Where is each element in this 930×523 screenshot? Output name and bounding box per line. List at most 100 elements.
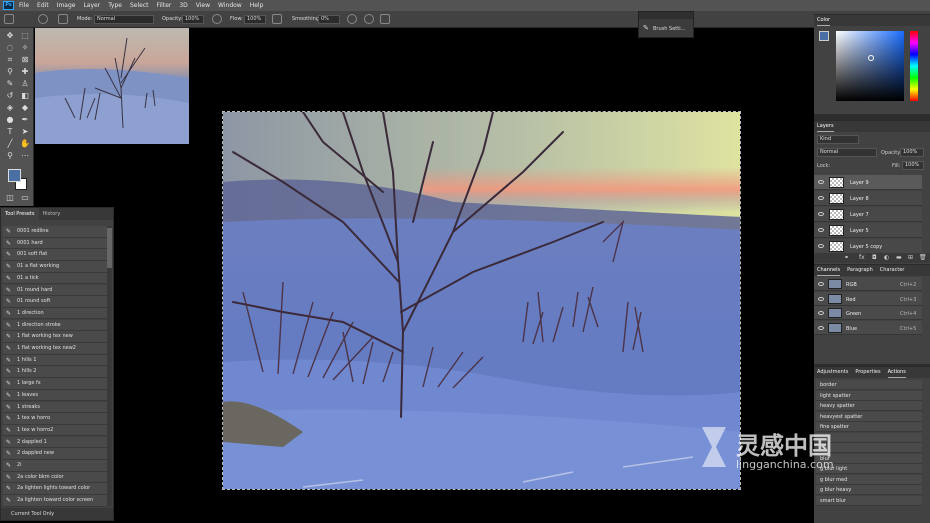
pressure-size-icon[interactable] (364, 14, 374, 24)
menu-filter[interactable]: Filter (157, 0, 172, 11)
move-tool-icon[interactable]: ✥ (4, 30, 16, 41)
preset-item[interactable]: ✎ 1 hills 2 (3, 366, 107, 378)
preset-item[interactable]: ✎ 1 direction (3, 307, 107, 320)
stamp-tool-icon[interactable]: ♙ (19, 78, 31, 89)
mask-icon[interactable]: ◘ (872, 254, 877, 261)
tab-character[interactable]: Character (880, 265, 905, 276)
dodge-tool-icon[interactable]: ● (4, 114, 16, 125)
preset-item[interactable]: ✎ 2a lighten lights toward color (3, 483, 107, 495)
path-select-tool-icon[interactable]: ➤ (19, 126, 31, 137)
channel-row[interactable]: Blue Ctrl+5 (814, 320, 922, 335)
eye-icon[interactable] (818, 196, 824, 200)
frame-tool-icon[interactable]: ⊠ (19, 54, 31, 65)
preset-item[interactable]: ✎ 1 streaks (3, 401, 107, 414)
color-picker-cursor[interactable] (868, 55, 874, 61)
preset-item[interactable]: ✎ 1 direction stroke (3, 319, 107, 332)
mode-select[interactable]: Normal (94, 15, 154, 24)
layer-blend-mode-select[interactable]: Normal (817, 148, 877, 157)
blur-tool-icon[interactable]: ◆ (19, 102, 31, 113)
navigator-thumbnail[interactable] (35, 28, 189, 144)
quick-mask-icon[interactable]: ◫ (4, 192, 16, 203)
channel-row[interactable]: Green Ctrl+4 (814, 306, 922, 320)
symmetry-icon[interactable] (380, 14, 390, 24)
photoshop-logo-icon[interactable]: Ps (3, 1, 14, 10)
presets-scrollbar[interactable] (107, 226, 112, 506)
layer-row[interactable]: Layer 5 copy (814, 239, 922, 254)
fill-field[interactable]: 100% (902, 161, 924, 170)
new-group-icon[interactable]: ▬ (896, 254, 902, 261)
brush-panel-toggle-icon[interactable] (58, 14, 68, 24)
preset-item[interactable]: ✎ 2a lighten toward color screen (3, 495, 107, 507)
zoom-tool-icon[interactable]: ⚲ (4, 150, 16, 161)
menu-help[interactable]: Help (250, 0, 264, 11)
eye-icon[interactable] (818, 212, 824, 216)
layer-row[interactable]: Layer 5 (814, 223, 922, 238)
preset-item[interactable]: ✎ 1 flat working tex new2 (3, 343, 107, 355)
hand-tool-icon[interactable]: ✋ (19, 138, 31, 149)
preset-item[interactable]: ✎ 01 a tick (3, 272, 107, 285)
action-item[interactable]: border (816, 380, 922, 390)
preset-item[interactable]: ✎ 0001 redline (3, 226, 107, 238)
trash-icon[interactable]: 🗑 (919, 254, 927, 261)
tab-properties[interactable]: Properties (855, 367, 880, 378)
preset-item[interactable]: ✎ 2 dappled new (3, 448, 107, 460)
layer-row[interactable]: Layer 9 (814, 175, 922, 190)
type-tool-icon[interactable]: T (4, 126, 16, 137)
preset-item[interactable]: ✎ 0001 hard (3, 237, 107, 250)
fx-icon[interactable]: fx (859, 254, 865, 261)
foreground-color-swatch[interactable] (8, 169, 21, 182)
tab-paragraph[interactable]: Paragraph (847, 265, 873, 276)
preset-item[interactable]: ✎ 2i (3, 460, 107, 472)
menu-select[interactable]: Select (130, 0, 149, 11)
brush-settings-label[interactable]: Brush Setti... (653, 26, 685, 32)
preset-item[interactable]: ✎ 001 soft flat (3, 249, 107, 261)
color-panel-foreground-swatch[interactable] (819, 31, 829, 41)
flow-field[interactable]: 100% (244, 15, 266, 24)
link-layers-icon[interactable]: ⚭ (844, 254, 849, 261)
preset-item[interactable]: ✎ 2a color bkm color (3, 471, 107, 484)
preset-item[interactable]: ✎ 1 flat working tex new (3, 331, 107, 343)
menu-3d[interactable]: 3D (179, 0, 187, 11)
eye-icon[interactable] (818, 228, 824, 232)
color-picker-field[interactable] (836, 31, 904, 101)
preset-item[interactable]: ✎ 1 tex w horro (3, 413, 107, 425)
layer-row[interactable]: Layer 8 (814, 191, 922, 206)
pressure-opacity-icon[interactable] (212, 14, 222, 24)
scrollbar-thumb[interactable] (107, 228, 112, 268)
pen-tool-icon[interactable]: ✒ (19, 114, 31, 125)
eraser-tool-icon[interactable]: ◧ (19, 90, 31, 101)
current-tool-only-toggle[interactable]: Current Tool Only (1, 508, 113, 520)
preset-item[interactable]: ✎ 1 tex w horro2 (3, 424, 107, 437)
line-tool-icon[interactable]: ╱ (4, 138, 16, 149)
tab-channels[interactable]: Channels (817, 265, 841, 276)
menu-view[interactable]: View (196, 0, 210, 11)
healing-tool-icon[interactable]: ✚ (19, 66, 31, 77)
menu-edit[interactable]: Edit (37, 0, 49, 11)
preset-item[interactable]: ✎ 01 round hard (3, 284, 107, 297)
preset-item[interactable]: ✎ 01 round soft (3, 296, 107, 308)
brush-tool-icon[interactable]: ✎ (4, 78, 16, 89)
eyedropper-tool-icon[interactable]: ⚲ (4, 66, 16, 77)
eye-icon[interactable] (818, 311, 824, 315)
smoothing-field[interactable]: 0% (318, 15, 340, 24)
airbrush-icon[interactable] (272, 14, 282, 24)
more-tools-icon[interactable]: ⋯ (19, 150, 31, 161)
new-layer-icon[interactable]: ⊞ (908, 254, 913, 261)
tab-adjustments[interactable]: Adjustments (817, 367, 848, 378)
action-item[interactable]: light spatter (816, 390, 922, 401)
menu-type[interactable]: Type (108, 0, 122, 11)
preset-item[interactable]: ✎ 1 large fx (3, 378, 107, 390)
opacity-field[interactable]: 100% (182, 15, 204, 24)
channel-row[interactable]: RGB Ctrl+2 (814, 277, 922, 291)
marquee-tool-icon[interactable]: ⬚ (19, 30, 31, 41)
lasso-tool-icon[interactable]: ◌ (4, 42, 16, 53)
eye-icon[interactable] (818, 325, 824, 330)
eye-icon[interactable] (818, 180, 824, 184)
layer-kind-filter[interactable]: Kind (817, 135, 859, 144)
brush-tool-icon[interactable] (4, 14, 14, 24)
channel-row[interactable]: Red Ctrl+3 (814, 291, 922, 306)
action-item[interactable]: smart blur (816, 495, 922, 506)
menu-window[interactable]: Window (218, 0, 242, 11)
tab-tool-presets[interactable]: Tool Presets (1, 208, 39, 220)
panel-drag-bar[interactable] (639, 12, 693, 19)
